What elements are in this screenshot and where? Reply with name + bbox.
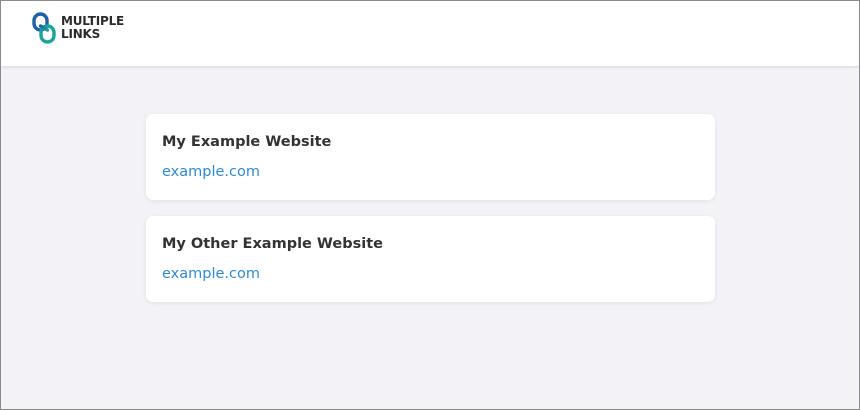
- link-card-title: My Example Website: [162, 134, 332, 150]
- logo-text: MULTIPLE LINKS: [61, 15, 124, 41]
- link-card-url[interactable]: example.com: [162, 163, 260, 181]
- top-header: MULTIPLE LINKS: [1, 1, 859, 66]
- link-card-url[interactable]: example.com: [162, 265, 260, 283]
- logo-link[interactable]: MULTIPLE LINKS: [31, 12, 124, 44]
- chain-link-icon: [32, 12, 56, 44]
- link-card-title: My Other Example Website: [162, 236, 383, 252]
- logo-line-2: LINKS: [61, 27, 101, 41]
- page: MULTIPLE LINKS My Example Website exampl…: [0, 0, 860, 410]
- link-card: My Other Example Website example.com: [146, 216, 715, 302]
- link-list: My Example Website example.com My Other …: [146, 114, 715, 318]
- link-card: My Example Website example.com: [146, 114, 715, 200]
